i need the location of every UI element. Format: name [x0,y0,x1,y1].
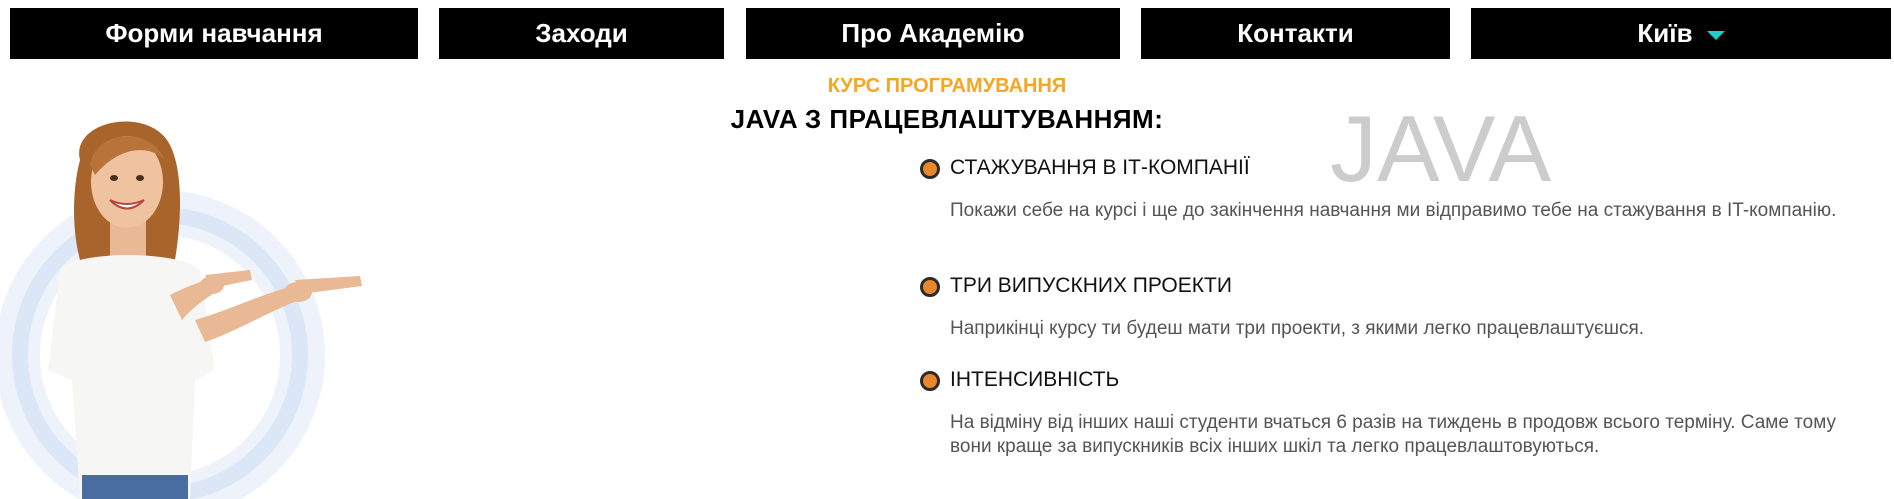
hero-woman-image [0,121,362,499]
nav-study-forms[interactable]: Форми навчання [10,8,418,59]
feature-text: На відміну від інших наші студенти вчать… [950,412,1836,457]
nav-label: Форми навчання [105,18,323,48]
nav-events[interactable]: Заходи [439,8,724,59]
feature-list: СТАЖУВАННЯ В ІТ-КОМПАНІЇ Покажи себе на … [920,155,1880,458]
feature-item: ТРИ ВИПУСКНИХ ПРОЕКТИ Наприкінці курсу т… [920,273,1880,367]
feature-title: ТРИ ВИПУСКНИХ ПРОЕКТИ [950,274,1232,297]
city-label: Київ [1637,18,1693,48]
bullet-icon [920,371,940,391]
feature-text: Наприкінці курсу ти будеш мати три проек… [950,318,1645,340]
main-navigation: Форми навчання Заходи Про Академію Конта… [0,8,1894,59]
nav-about-academy[interactable]: Про Академію [746,8,1120,59]
course-kicker: КУРС ПРОГРАМУВАННЯ [827,75,1067,97]
caret-down-icon [1706,31,1725,40]
nav-label: Заходи [535,18,628,48]
feature-item: ІНТЕНСИВНІСТЬ На відміну від інших наші … [920,367,1880,458]
bullet-icon [920,277,940,297]
bullet-icon [920,159,940,179]
feature-title: ІНТЕНСИВНІСТЬ [950,368,1120,391]
nav-label: Про Академію [841,18,1025,48]
nav-label: Контакти [1237,18,1354,48]
nav-contacts[interactable]: Контакти [1141,8,1450,59]
feature-item: СТАЖУВАННЯ В ІТ-КОМПАНІЇ Покажи себе на … [920,155,1880,273]
feature-text: Покажи себе на курсі і ще до закінчення … [950,200,1837,222]
feature-title: СТАЖУВАННЯ В ІТ-КОМПАНІЇ [950,156,1250,179]
city-selector-button[interactable]: Київ [1471,8,1891,59]
